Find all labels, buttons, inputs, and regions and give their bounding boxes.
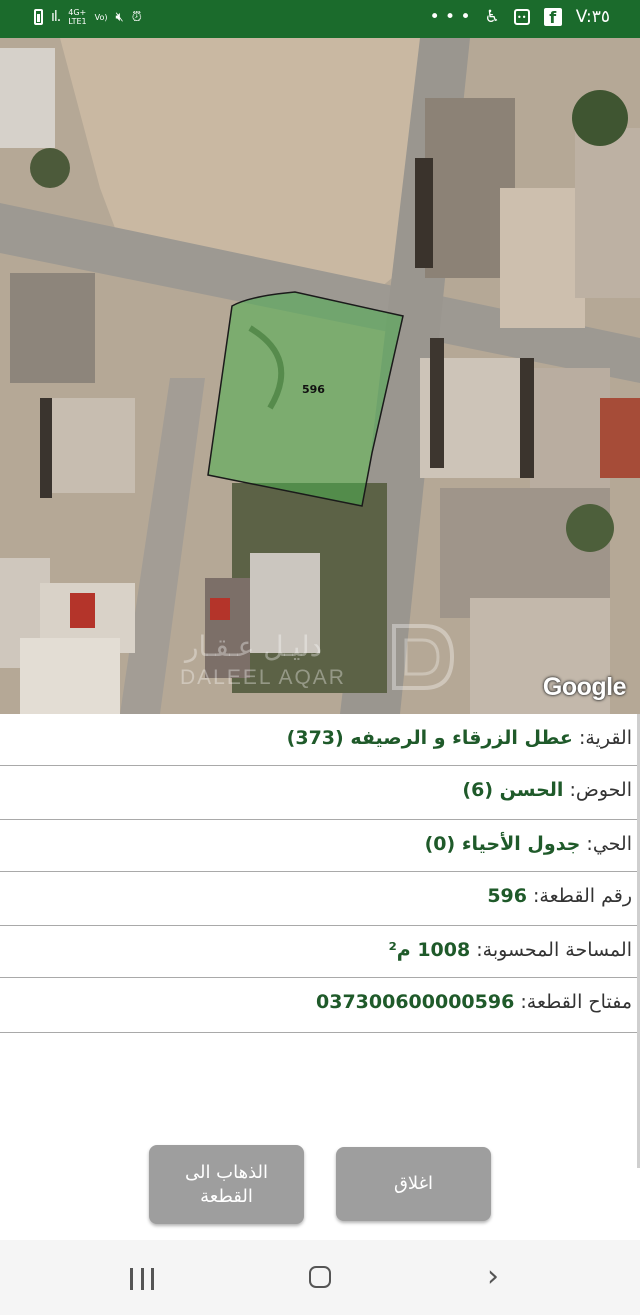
village-label: القرية: — [578, 727, 632, 749]
district-value: جدول الأحياء (0) — [424, 833, 581, 855]
map-imagery — [0, 38, 640, 714]
area-value: 1008 م² — [388, 939, 471, 961]
parcel-number-label-text: رقم القطعة: — [533, 885, 632, 907]
parcel-number-row: رقم القطعة: 596 — [0, 872, 640, 926]
basin-label: الحوض: — [569, 779, 632, 801]
basin-line: الحوض: الحسن (6) — [462, 779, 632, 801]
volte-label: Vo) — [94, 12, 108, 22]
status-right: • • • ♿︎ •• f V:٣٥ — [430, 7, 610, 27]
go-to-parcel-button[interactable]: الذهاب الى القطعة — [149, 1145, 304, 1224]
basin-row: الحوض: الحسن (6) — [0, 766, 640, 820]
village-value: عطل الزرقاء و الرصيفه (373) — [286, 727, 573, 749]
parcel-key-row: مفتاح القطعة: 037300600000596 — [0, 978, 640, 1033]
village-line: القرية: عطل الزرقاء و الرصيفه (373) — [287, 727, 632, 749]
network-indicator: 4G+ LTE1 — [68, 8, 86, 26]
app-notification-icon: •• — [513, 9, 530, 25]
village-row: القرية: عطل الزرقاء و الرصيفه (373) — [0, 714, 640, 766]
district-line: الحي: جدول الأحياء (0) — [425, 833, 632, 855]
battery-icon — [34, 9, 43, 25]
parcel-key-label: مفتاح القطعة: — [520, 991, 632, 1013]
district-label: الحي: — [586, 833, 632, 855]
clock: V:٣٥ — [575, 7, 610, 27]
network-lte: LTE1 — [68, 17, 87, 26]
close-button[interactable]: اغلاق — [336, 1147, 491, 1221]
google-attribution: Google — [542, 673, 627, 701]
accessibility-icon: ♿︎ — [484, 7, 500, 27]
area-line: المساحة المحسوبة: 1008 م² — [388, 939, 632, 961]
go-to-parcel-line2: القطعة — [200, 1185, 253, 1207]
alarm-icon: ⏰︎ — [131, 9, 142, 25]
basin-value: الحسن (6) — [462, 779, 564, 801]
close-button-label: اغلاق — [393, 1173, 434, 1194]
go-to-parcel-label: الذهاب الى القطعة — [185, 1161, 268, 1209]
navigation-bar: › — [0, 1240, 640, 1315]
volte-indicator: Vo) — [95, 13, 108, 22]
more-notifications-icon: • • • — [429, 7, 471, 27]
area-label: المساحة المحسوبة: — [476, 939, 632, 961]
watermark-english: DALEEL AQAR — [180, 666, 346, 689]
mute-icon: 🔇︎ — [115, 9, 124, 25]
parcel-number-value: 596 — [487, 885, 527, 907]
status-bar: ıl. 4G+ LTE1 Vo) 🔇︎ ⏰︎ • • • ♿︎ •• f V:٣… — [0, 0, 640, 38]
parcel-key-line: مفتاح القطعة: 037300600000596 — [316, 991, 632, 1013]
area-row: المساحة المحسوبة: 1008 م² — [0, 926, 640, 978]
parcel-details: القرية: عطل الزرقاء و الرصيفه (373) الحو… — [0, 714, 640, 1033]
satellite-map[interactable]: 596 دليـل عـقـار DALEEL AQAR Google — [0, 38, 640, 714]
facebook-icon: f — [543, 8, 562, 26]
district-row: الحي: جدول الأحياء (0) — [0, 820, 640, 872]
back-icon[interactable]: › — [487, 1262, 499, 1292]
signal-icon: ıl. — [51, 9, 61, 25]
home-icon[interactable] — [309, 1266, 331, 1288]
watermark-logo — [392, 624, 455, 690]
parcel-key-value: 037300600000596 — [316, 991, 515, 1013]
status-left: ıl. 4G+ LTE1 Vo) 🔇︎ ⏰︎ — [34, 8, 142, 26]
parcel-number-line: رقم القطعة: 596 — [487, 885, 632, 907]
recent-apps-icon[interactable] — [130, 1268, 154, 1290]
watermark-arabic: دليـل عـقـار — [185, 630, 323, 663]
network-type: 4G+ — [68, 8, 87, 17]
parcel-number-label: 596 — [302, 383, 325, 396]
go-to-parcel-line1: الذهاب الى — [184, 1161, 269, 1183]
